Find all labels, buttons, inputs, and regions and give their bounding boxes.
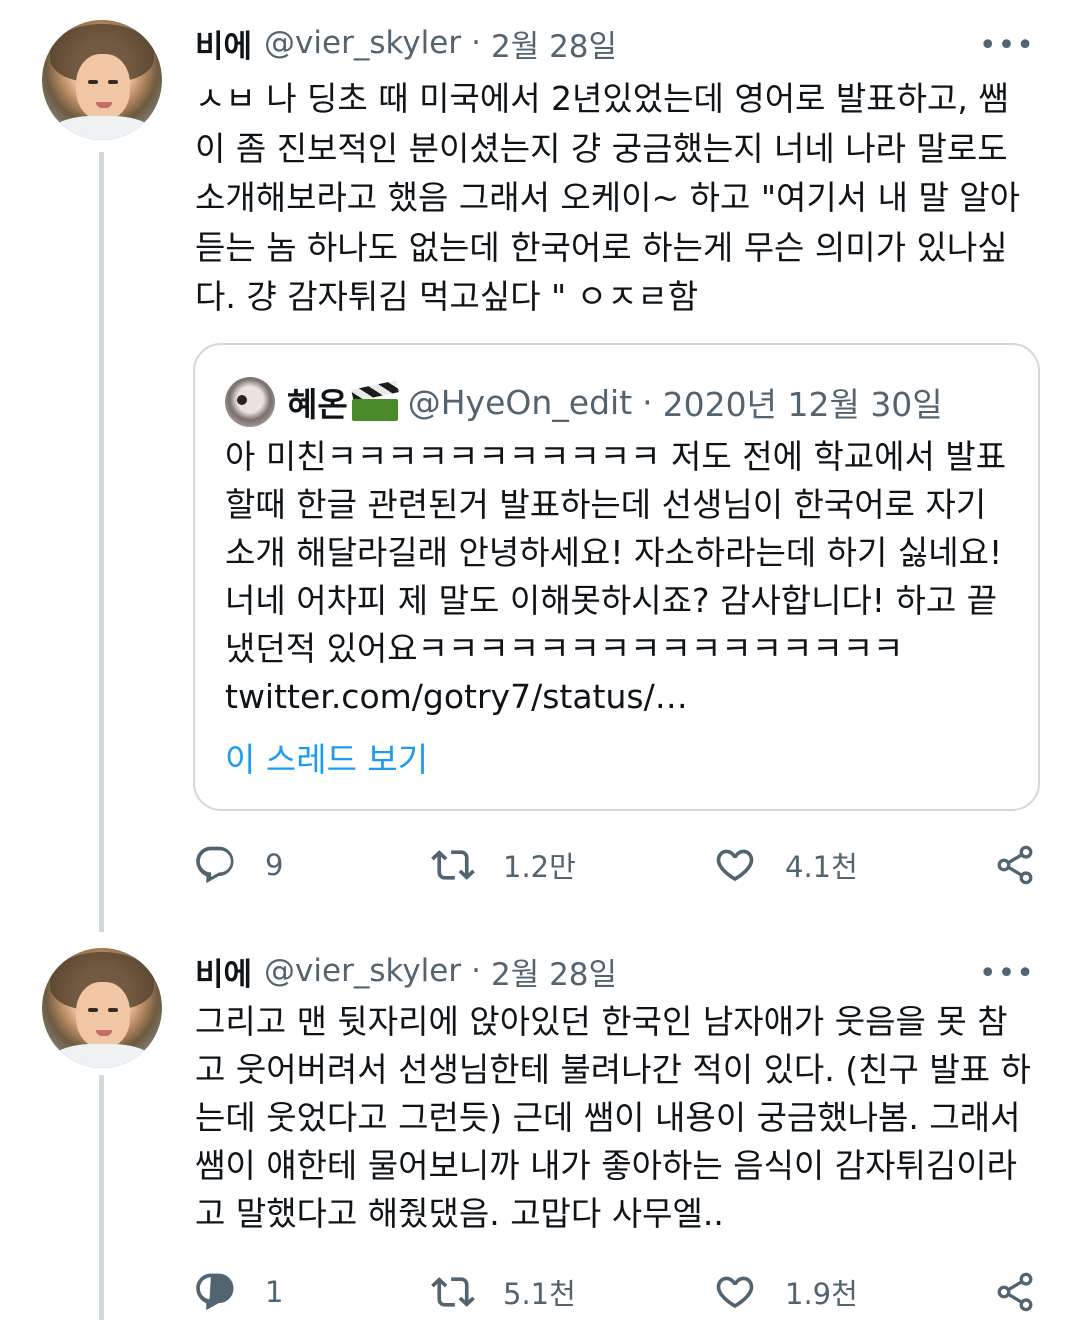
author-name[interactable]: 비에 xyxy=(195,949,252,994)
separator: · xyxy=(471,25,481,61)
share-icon xyxy=(997,845,1033,885)
quoted-tweet[interactable]: 혜온 @HyeOn_edit · 2020년 12월 30일 아 미친ㅋㅋㅋㅋㅋ… xyxy=(193,343,1040,811)
tweet-text: 그리고 맨 뒷자리에 앉아있던 한국인 남자애가 웃음을 못 참고 웃어버려서 … xyxy=(195,1002,1031,1233)
tweet[interactable]: 비에 @vier_skyler · 2월 28일 ••• 그리고 맨 뒷자리에 … xyxy=(195,950,1045,1238)
tweet-header: 비에 @vier_skyler · 2월 28일 xyxy=(195,949,1045,994)
author-handle[interactable]: @vier_skyler xyxy=(264,25,461,61)
author-handle[interactable]: @vier_skyler xyxy=(264,953,461,989)
like-button[interactable]: 4.1천 xyxy=(713,835,858,895)
reply-icon xyxy=(196,846,234,884)
quoted-tweet-text: 아 미친ㅋㅋㅋㅋㅋㅋㅋㅋㅋㅋㅋ 저도 전에 학교에서 발표할때 한글 관련된거 … xyxy=(225,437,1007,716)
reply-button[interactable]: 1 xyxy=(193,1262,283,1320)
tweet-date[interactable]: 2월 28일 xyxy=(491,21,617,66)
tweet-date[interactable]: 2월 28일 xyxy=(491,949,617,994)
quoted-author-handle: @HyeOn_edit xyxy=(407,382,633,422)
clapper-board-icon xyxy=(350,380,399,421)
retweet-icon xyxy=(431,850,475,880)
quoted-author-name: 혜온 xyxy=(287,385,348,424)
show-thread-link[interactable]: 이 스레드 보기 xyxy=(225,733,428,781)
share-button[interactable] xyxy=(993,835,1037,895)
avatar[interactable] xyxy=(42,20,162,140)
retweet-button[interactable]: 5.1천 xyxy=(431,1262,576,1320)
reply-button[interactable]: 9 xyxy=(193,835,283,895)
quoted-avatar xyxy=(225,377,275,427)
thread-line xyxy=(99,1075,104,1320)
quoted-tweet-date: 2020년 12월 30일 xyxy=(662,385,943,424)
retweet-button[interactable]: 1.2만 xyxy=(431,835,576,895)
thread-line xyxy=(99,152,104,932)
separator: · xyxy=(471,953,481,989)
reply-count: 9 xyxy=(265,848,284,882)
tweet-actions: 9 1.2만 4.1천 xyxy=(193,835,1043,895)
like-button[interactable]: 1.9천 xyxy=(713,1262,858,1320)
reply-icon xyxy=(196,1273,234,1311)
more-options-icon[interactable]: ••• xyxy=(979,28,1035,63)
share-icon xyxy=(997,1272,1033,1312)
retweet-count: 1.2만 xyxy=(503,850,576,884)
retweet-count: 5.1천 xyxy=(503,1277,576,1311)
share-button[interactable] xyxy=(993,1262,1037,1320)
quoted-tweet-header: 혜온 @HyeOn_edit · 2020년 12월 30일 xyxy=(225,377,943,427)
more-options-icon[interactable]: ••• xyxy=(979,956,1035,991)
like-icon xyxy=(716,1276,754,1309)
author-name[interactable]: 비에 xyxy=(195,21,252,66)
like-icon xyxy=(716,849,754,882)
separator: · xyxy=(642,382,653,422)
tweet-text: ㅅㅂ 나 딩초 때 미국에서 2년있었는데 영어로 발표하고, 쌤이 좀 진보적… xyxy=(195,79,1021,316)
like-count: 4.1천 xyxy=(785,850,858,884)
reply-count: 1 xyxy=(265,1275,284,1309)
tweet[interactable]: 비에 @vier_skyler · 2월 28일 ••• ㅅㅂ 나 딩초 때 미… xyxy=(195,22,1045,322)
tweet-actions: 1 5.1천 1.9천 xyxy=(193,1262,1043,1320)
avatar[interactable] xyxy=(42,948,162,1068)
like-count: 1.9천 xyxy=(785,1277,858,1311)
retweet-icon xyxy=(431,1277,475,1307)
tweet-header: 비에 @vier_skyler · 2월 28일 xyxy=(195,21,1045,66)
